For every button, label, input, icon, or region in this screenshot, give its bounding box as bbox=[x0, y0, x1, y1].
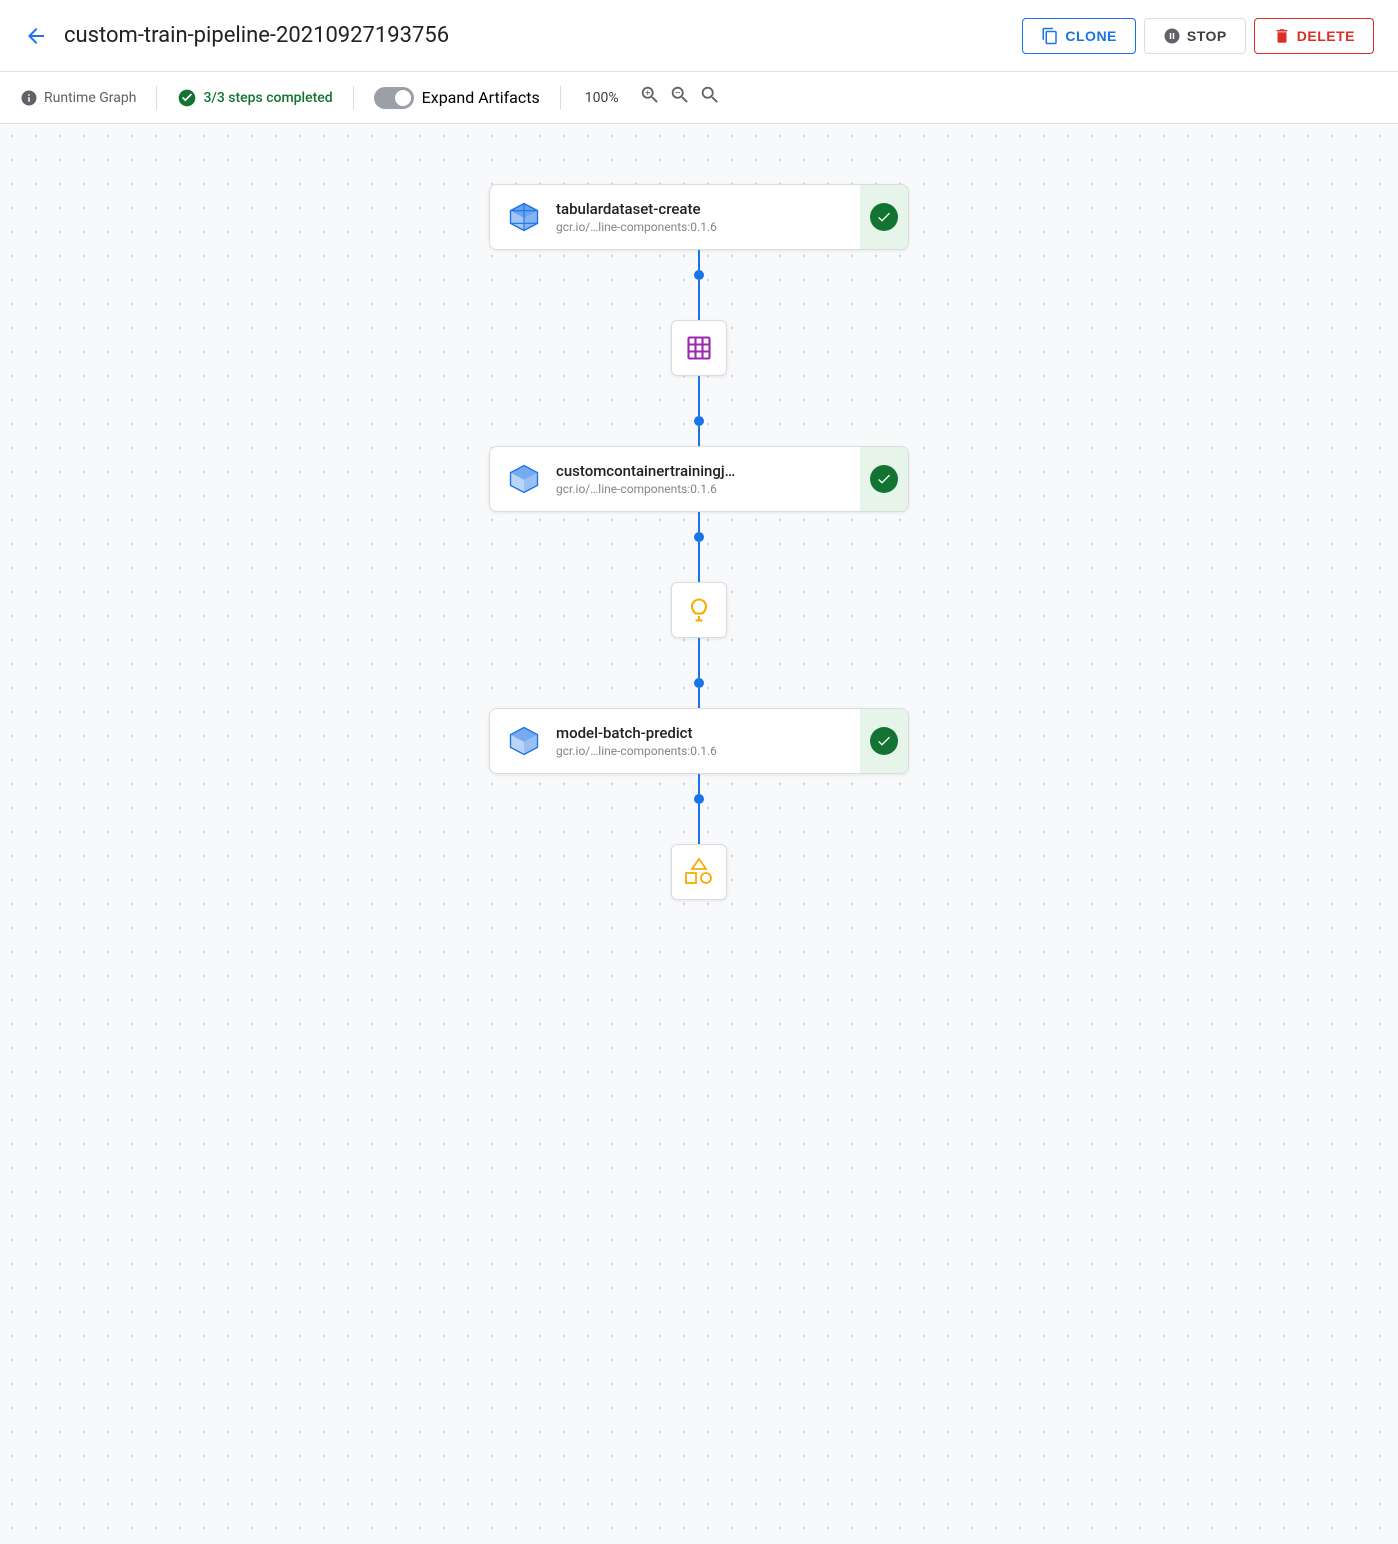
node-main-2: customcontainertrainingj… gcr.io/…line-c… bbox=[490, 447, 860, 511]
line-4b bbox=[698, 688, 700, 708]
zoom-reset-icon[interactable] bbox=[699, 84, 721, 111]
connector-4 bbox=[694, 638, 704, 708]
success-check-1 bbox=[870, 203, 898, 231]
dot-1 bbox=[694, 270, 704, 280]
connector-5 bbox=[694, 774, 704, 844]
line-5b bbox=[698, 804, 700, 844]
node-status-1 bbox=[860, 185, 908, 249]
line-3b bbox=[698, 542, 700, 582]
artifact-bulb[interactable] bbox=[671, 582, 727, 638]
back-button[interactable] bbox=[24, 24, 48, 48]
node-info-3: model-batch-predict gcr.io/…line-compone… bbox=[556, 724, 844, 758]
zoom-in-icon[interactable] bbox=[639, 84, 661, 111]
expand-artifacts-toggle[interactable]: Expand Artifacts bbox=[374, 87, 540, 109]
divider-3 bbox=[560, 86, 561, 110]
connector-3 bbox=[694, 512, 704, 582]
page-title: custom-train-pipeline-20210927193756 bbox=[64, 23, 1022, 48]
dot-5 bbox=[694, 794, 704, 804]
divider-2 bbox=[353, 86, 354, 110]
line-3a bbox=[698, 512, 700, 532]
node-main-3: model-batch-predict gcr.io/…line-compone… bbox=[490, 709, 860, 773]
divider-1 bbox=[156, 86, 157, 110]
zoom-level: 100% bbox=[585, 90, 619, 106]
dot-4 bbox=[694, 678, 704, 688]
node-info-2: customcontainertrainingj… gcr.io/…line-c… bbox=[556, 462, 844, 496]
artifact-shapes[interactable] bbox=[671, 844, 727, 900]
line-2b bbox=[698, 426, 700, 446]
header: custom-train-pipeline-20210927193756 CLO… bbox=[0, 0, 1398, 72]
line-1b bbox=[698, 280, 700, 320]
node-info-1: tabulardataset-create gcr.io/…line-compo… bbox=[556, 200, 844, 234]
node-customcontainer[interactable]: customcontainertrainingj… gcr.io/…line-c… bbox=[489, 446, 909, 512]
dot-2 bbox=[694, 416, 704, 426]
stop-label: STOP bbox=[1187, 28, 1227, 44]
node-model-batch-predict[interactable]: model-batch-predict gcr.io/…line-compone… bbox=[489, 708, 909, 774]
runtime-graph-label: Runtime Graph bbox=[44, 90, 136, 106]
artifact-table[interactable] bbox=[671, 320, 727, 376]
header-actions: CLONE STOP DELETE bbox=[1022, 18, 1374, 54]
node-subtitle-3: gcr.io/…line-components:0.1.6 bbox=[556, 744, 844, 758]
line-2a bbox=[698, 376, 700, 416]
cube-icon-1 bbox=[506, 199, 542, 235]
node-tabulardataset-create[interactable]: tabulardataset-create gcr.io/…line-compo… bbox=[489, 184, 909, 250]
connector-2 bbox=[694, 376, 704, 446]
delete-button[interactable]: DELETE bbox=[1254, 18, 1374, 54]
runtime-graph-tab[interactable]: Runtime Graph bbox=[20, 89, 136, 107]
line-5a bbox=[698, 774, 700, 794]
node-name-2: customcontainertrainingj… bbox=[556, 462, 844, 480]
clone-label: CLONE bbox=[1065, 28, 1117, 44]
zoom-out-icon[interactable] bbox=[669, 84, 691, 111]
pipeline-canvas: tabulardataset-create gcr.io/…line-compo… bbox=[0, 124, 1398, 1544]
line-1a bbox=[698, 250, 700, 270]
dot-3 bbox=[694, 532, 704, 542]
line-4a bbox=[698, 638, 700, 678]
node-name-3: model-batch-predict bbox=[556, 724, 844, 742]
clone-button[interactable]: CLONE bbox=[1022, 18, 1136, 54]
steps-label: 3/3 steps completed bbox=[203, 90, 332, 106]
node-subtitle-1: gcr.io/…line-components:0.1.6 bbox=[556, 220, 844, 234]
cube-icon-2 bbox=[506, 461, 542, 497]
node-subtitle-2: gcr.io/…line-components:0.1.6 bbox=[556, 482, 844, 496]
node-name-1: tabulardataset-create bbox=[556, 200, 844, 218]
delete-label: DELETE bbox=[1297, 28, 1355, 44]
zoom-controls bbox=[639, 84, 721, 111]
steps-completed: 3/3 steps completed bbox=[177, 88, 332, 108]
toolbar: Runtime Graph 3/3 steps completed Expand… bbox=[0, 72, 1398, 124]
cube-icon-3 bbox=[506, 723, 542, 759]
expand-artifacts-label: Expand Artifacts bbox=[422, 88, 540, 107]
node-status-3 bbox=[860, 709, 908, 773]
pipeline-graph: tabulardataset-create gcr.io/…line-compo… bbox=[459, 184, 939, 900]
node-main-1: tabulardataset-create gcr.io/…line-compo… bbox=[490, 185, 860, 249]
stop-button[interactable]: STOP bbox=[1144, 18, 1246, 54]
node-status-2 bbox=[860, 447, 908, 511]
success-check-3 bbox=[870, 727, 898, 755]
connector-1 bbox=[694, 250, 704, 320]
success-check-2 bbox=[870, 465, 898, 493]
toggle-switch[interactable] bbox=[374, 87, 414, 109]
